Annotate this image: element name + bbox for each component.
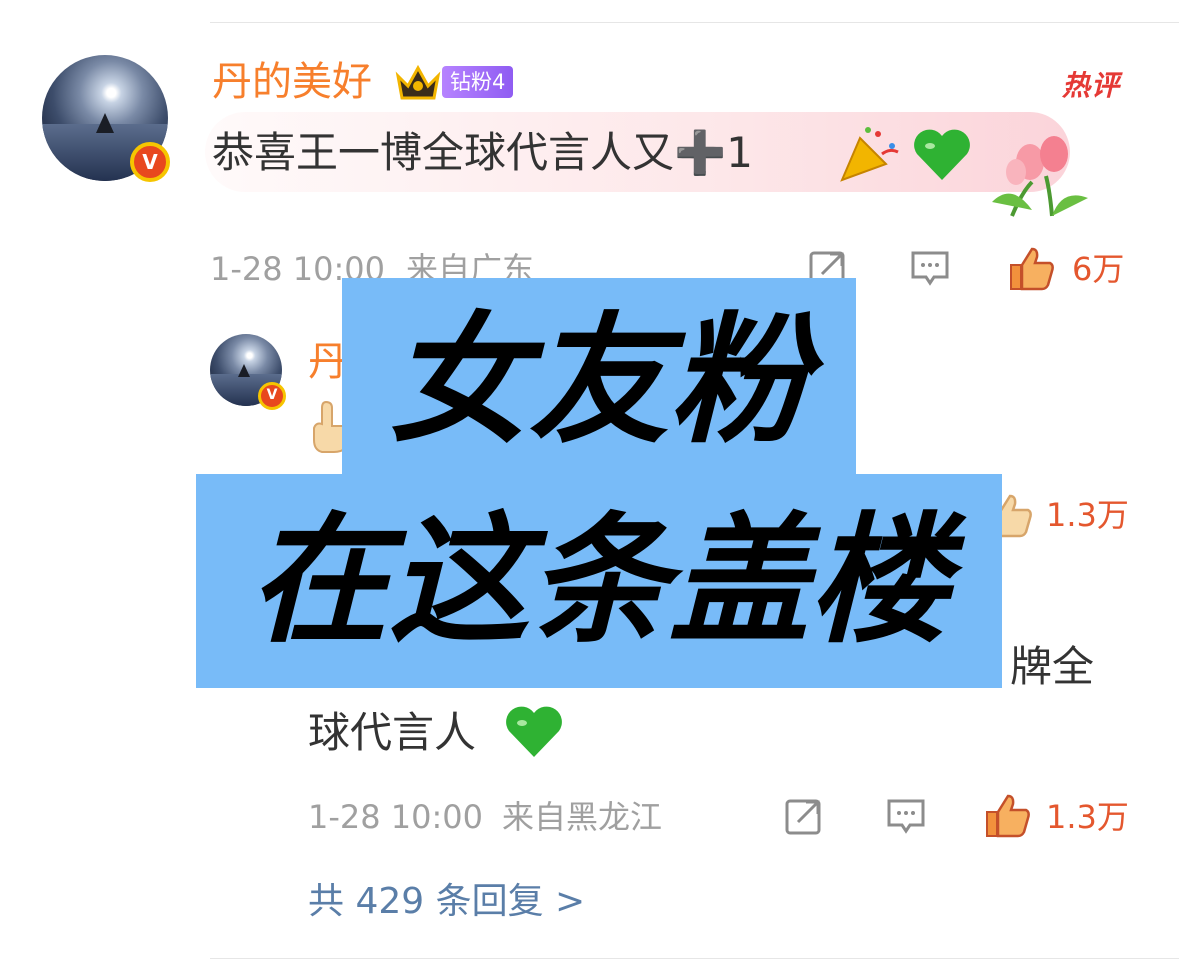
hot-comment-tag: 热评	[1062, 69, 1121, 102]
forward-icon[interactable]	[784, 796, 824, 836]
username[interactable]: 丹的美好	[212, 58, 372, 106]
comment-icon[interactable]	[910, 248, 950, 288]
like-count: 1.3万	[1046, 496, 1129, 534]
reply-text-line1: 牌全	[1010, 642, 1095, 691]
party-popper-icon	[840, 127, 899, 182]
overlay-title-line1: 女友粉	[388, 300, 809, 463]
verified-badge-icon: V	[258, 382, 286, 410]
avatar-sail	[96, 113, 114, 133]
verified-badge-icon: V	[130, 142, 170, 182]
reply-text-line2: 球代言人	[308, 708, 477, 757]
comment-icon[interactable]	[886, 796, 926, 836]
avatar-sail	[238, 364, 250, 377]
reply-location: 来自黑龙江	[502, 798, 663, 836]
like-icon[interactable]	[1008, 245, 1056, 291]
fan-badge: 钻粉4	[442, 66, 514, 98]
green-heart-icon	[506, 706, 562, 757]
like-count: 1.3万	[1046, 798, 1129, 836]
top-divider	[210, 22, 1179, 23]
view-replies-link[interactable]: 共 429 条回复 >	[308, 880, 585, 924]
green-heart-icon	[914, 129, 970, 180]
tulip-icon	[992, 136, 1088, 217]
bottom-divider	[210, 958, 1179, 959]
crown-icon	[395, 64, 441, 100]
like-count: 6万	[1072, 250, 1125, 288]
overlay-title-line2: 在这条盖楼	[248, 500, 949, 663]
like-icon[interactable]	[984, 792, 1032, 838]
reply-time: 1-28 10:00	[308, 798, 484, 836]
comment-text: 恭喜王一博全球代言人又➕1	[212, 128, 754, 177]
